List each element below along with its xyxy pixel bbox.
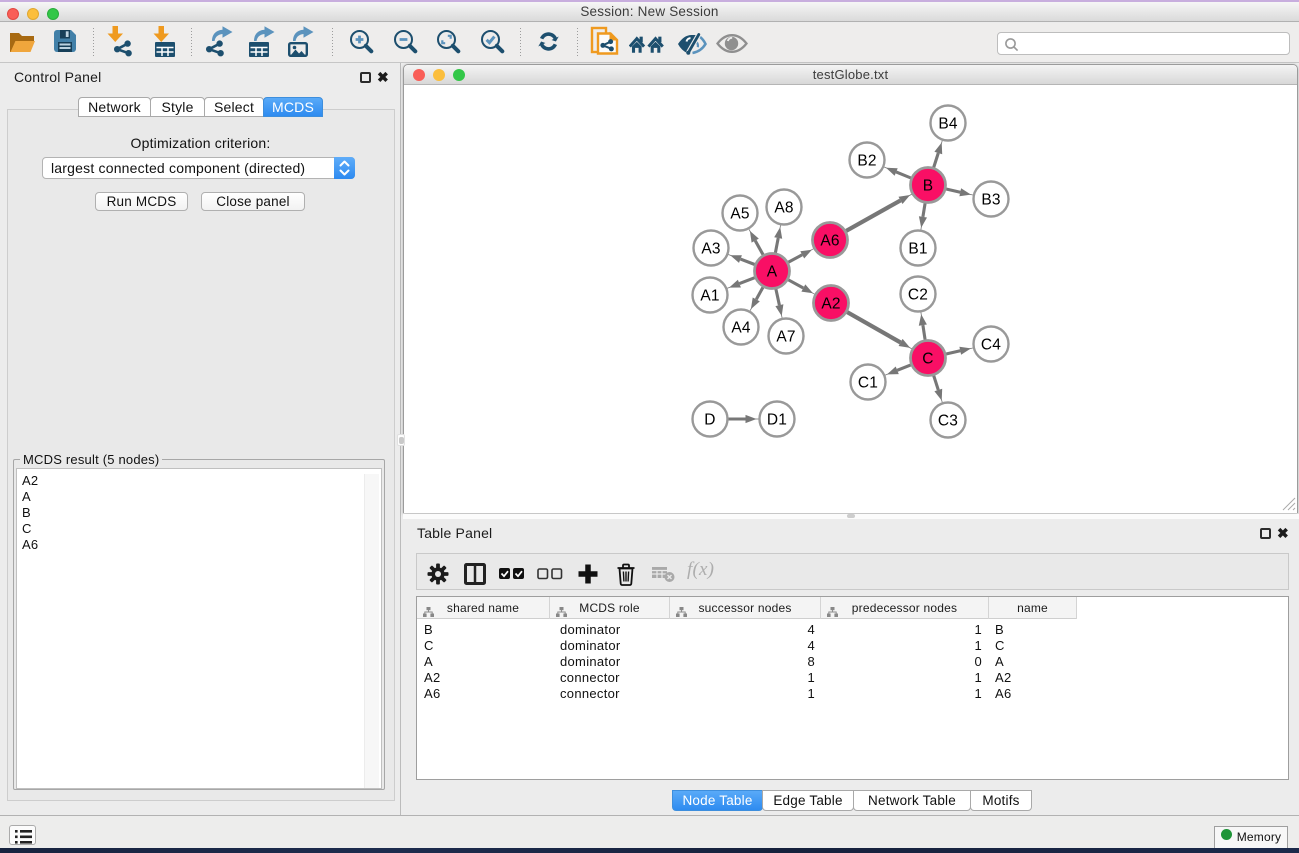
svg-text:D: D xyxy=(704,412,715,429)
svg-text:B1: B1 xyxy=(908,241,927,258)
svg-text:A5: A5 xyxy=(730,206,749,223)
svg-text:A1: A1 xyxy=(700,288,719,305)
svg-text:C1: C1 xyxy=(858,375,878,392)
svg-text:D1: D1 xyxy=(767,412,787,429)
svg-text:B3: B3 xyxy=(981,192,1000,209)
svg-text:A8: A8 xyxy=(774,200,793,217)
svg-text:A4: A4 xyxy=(731,320,751,337)
svg-text:A3: A3 xyxy=(701,241,720,258)
svg-text:B4: B4 xyxy=(938,116,958,133)
svg-text:A: A xyxy=(767,264,778,281)
svg-text:C4: C4 xyxy=(981,337,1001,354)
svg-text:C3: C3 xyxy=(938,413,958,430)
svg-text:A6: A6 xyxy=(820,233,839,250)
svg-text:B2: B2 xyxy=(857,153,876,170)
svg-text:A2: A2 xyxy=(821,296,840,313)
svg-text:B: B xyxy=(923,178,934,195)
svg-text:A7: A7 xyxy=(776,329,795,346)
svg-text:C: C xyxy=(922,351,933,368)
svg-text:C2: C2 xyxy=(908,287,928,304)
